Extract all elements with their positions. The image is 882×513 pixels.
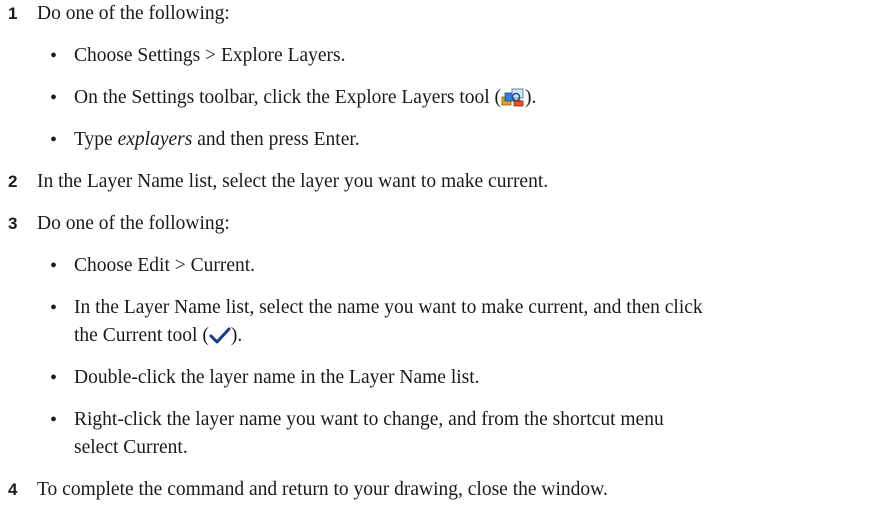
explore-layers-icon — [501, 87, 525, 116]
step-text: To complete the command and return to yo… — [37, 479, 608, 500]
bullet-text-prefix: Type — [74, 129, 118, 150]
bullet-dot: • — [50, 45, 58, 67]
bullet-dot: • — [50, 255, 58, 277]
bullet-text: Choose Edit > Current. — [74, 255, 256, 276]
bullet-text-after-icon: ). — [525, 87, 537, 108]
bullet-dot: • — [50, 409, 58, 431]
step-number: 1 — [8, 4, 18, 23]
step-text: Do one of the following: — [37, 3, 230, 24]
command-name: explayers — [117, 129, 193, 150]
bullet-text-line-1: In the Layer Name list, select the name … — [74, 297, 703, 318]
bullet-text-before-icon: the Current tool ( — [74, 325, 209, 346]
bullet-dot: • — [50, 367, 58, 389]
step-number: 4 — [8, 480, 18, 499]
checkmark-icon — [209, 326, 231, 354]
bullet-dot: • — [50, 129, 58, 151]
bullet-text-suffix: and then press Enter. — [192, 129, 360, 150]
step-number: 2 — [8, 172, 18, 191]
bullet-text-before-icon: On the Settings toolbar, click the Explo… — [74, 87, 502, 108]
bullet-text-line-2: select Current. — [74, 437, 188, 458]
bullet-dot: • — [50, 87, 58, 109]
bullet-dot: • — [50, 297, 58, 319]
bullet-text: Double-click the layer name in the Layer… — [74, 367, 480, 388]
bullet-text: Choose Settings > Explore Layers. — [74, 45, 346, 66]
bullet-text: Type explayers and then press Enter. — [74, 126, 360, 154]
step-number: 3 — [8, 214, 18, 233]
bullet-text-after-icon: ). — [230, 325, 243, 346]
bullet-text-line-2: the Current tool ( ). — [74, 322, 242, 354]
step-text: In the Layer Name list, select the layer… — [37, 171, 549, 192]
bullet-text-line-1: Right-click the layer name you want to c… — [74, 409, 664, 430]
bullet-text: On the Settings toolbar, click the Explo… — [74, 84, 536, 116]
step-text: Do one of the following: — [37, 213, 230, 234]
